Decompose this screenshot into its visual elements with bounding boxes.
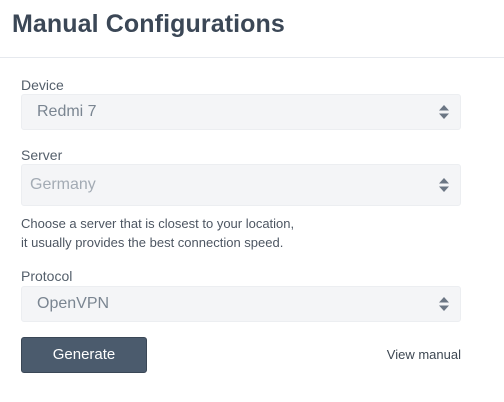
- sort-updown-icon: [439, 297, 449, 311]
- protocol-selected-value: OpenVPN: [37, 295, 110, 312]
- device-label: Device: [21, 77, 64, 93]
- server-helper-text: Choose a server that is closest to your …: [21, 214, 294, 252]
- sort-updown-icon: [439, 105, 449, 119]
- sort-updown-icon: [439, 178, 449, 192]
- server-selected-value: Germany: [30, 176, 96, 193]
- device-selected-value: Redmi 7: [37, 103, 97, 120]
- page-title: Manual Configurations: [12, 10, 285, 38]
- manual-configurations-page: Manual Configurations Device Redmi 7 Ser…: [0, 0, 504, 402]
- server-select[interactable]: Germany: [21, 164, 461, 206]
- device-select[interactable]: Redmi 7: [21, 94, 461, 130]
- helper-line-1: Choose a server that is closest to your …: [21, 216, 295, 231]
- protocol-label: Protocol: [21, 268, 73, 284]
- view-manual-link[interactable]: View manual: [387, 347, 461, 362]
- generate-button[interactable]: Generate: [21, 337, 147, 373]
- page-header: Manual Configurations: [0, 0, 504, 58]
- server-label: Server: [21, 147, 63, 163]
- helper-line-2: it usually provides the best connection …: [21, 235, 284, 250]
- protocol-select[interactable]: OpenVPN: [21, 286, 461, 322]
